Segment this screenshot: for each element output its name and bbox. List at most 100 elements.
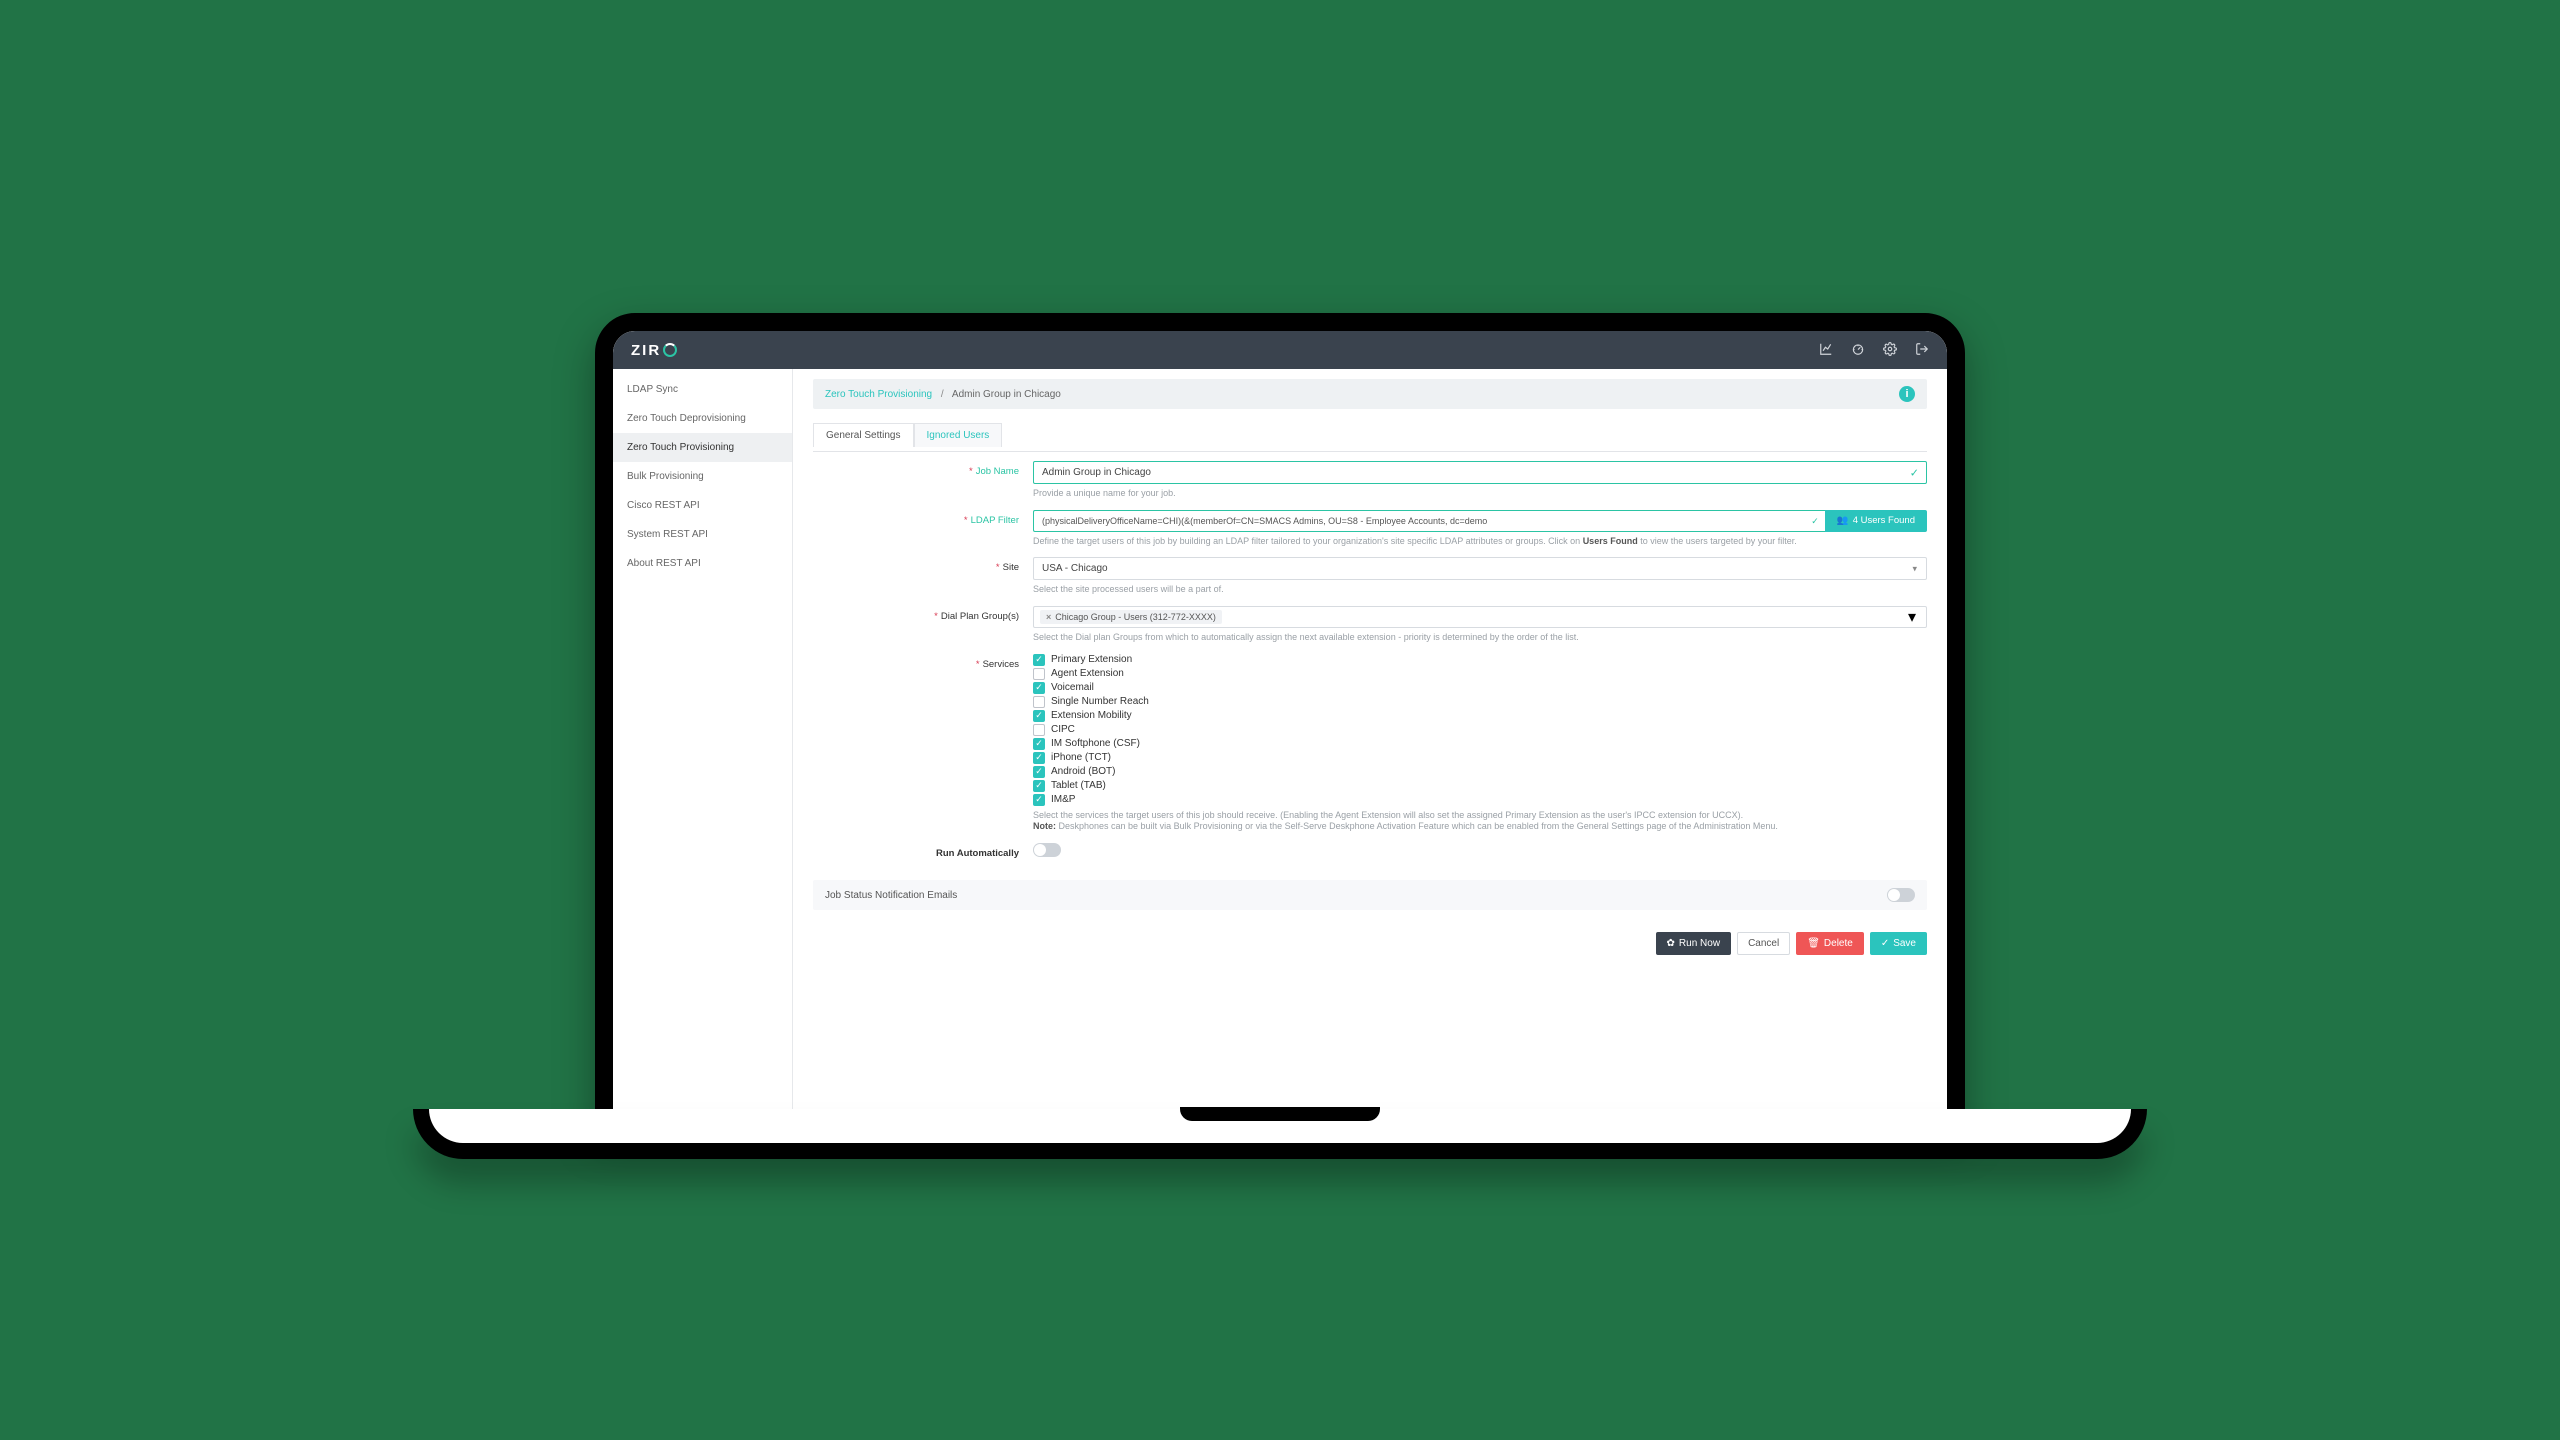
service-item: ✓ Primary Extension [1033,654,1927,666]
tab[interactable]: General Settings [813,423,914,447]
brand-logo: ZIR [631,342,677,359]
sidebar-item[interactable]: Zero Touch Provisioning [613,433,792,462]
laptop-base [413,1109,2147,1159]
form: *Job Name ✓ Provide a unique name for yo… [813,451,1927,864]
tabs: General SettingsIgnored Users [813,423,1927,447]
brand-circle-icon [663,343,677,357]
ldap-filter-input[interactable]: (physicalDeliveryOfficeName=CHI)(&(membe… [1033,510,1825,532]
services-list: ✓ Primary Extension Agent Extension ✓ Voicem… [1033,654,1927,806]
service-item: ✓ Extension Mobility [1033,710,1927,722]
job-name-input[interactable] [1033,461,1927,484]
sidebar-item[interactable]: System REST API [613,520,792,549]
sidebar-item[interactable]: Cisco REST API [613,491,792,520]
service-checkbox[interactable] [1033,668,1045,680]
service-item: ✓ Tablet (TAB) [1033,780,1927,792]
sidebar-item[interactable]: Bulk Provisioning [613,462,792,491]
breadcrumb-current: Admin Group in Chicago [952,389,1061,400]
sidebar: LDAP SyncZero Touch DeprovisioningZero T… [613,369,793,1109]
app-screen: ZIR LDAP SyncZero Touch DeprovisioningZe… [613,331,1947,1109]
service-item: CIPC [1033,724,1927,736]
users-icon: 👥 [1837,515,1849,526]
save-button[interactable]: ✓Save [1870,932,1927,955]
service-label: CIPC [1051,724,1075,735]
sidebar-item[interactable]: LDAP Sync [613,375,792,404]
app-body: LDAP SyncZero Touch DeprovisioningZero T… [613,369,1947,1109]
service-item: ✓ Voicemail [1033,682,1927,694]
check-icon: ✓ [1910,466,1919,479]
info-icon[interactable]: i [1899,386,1915,402]
service-label: Android (BOT) [1051,766,1115,777]
dial-plan-row: *Dial Plan Group(s) ×Chicago Group - Use… [813,601,1927,649]
gear-icon: ✿ [1667,938,1675,949]
service-checkbox[interactable]: ✓ [1033,780,1045,792]
run-auto-toggle[interactable] [1033,843,1061,857]
job-name-helper: Provide a unique name for your job. [1033,488,1927,500]
breadcrumb-link[interactable]: Zero Touch Provisioning [825,389,932,400]
site-helper: Select the site processed users will be … [1033,584,1927,596]
notification-emails-title: Job Status Notification Emails [825,890,957,901]
service-checkbox[interactable]: ✓ [1033,794,1045,806]
dial-plan-label: *Dial Plan Group(s) [813,606,1033,622]
service-label: Voicemail [1051,682,1094,693]
tab[interactable]: Ignored Users [914,423,1003,447]
top-bar: ZIR [613,331,1947,369]
cancel-button[interactable]: Cancel [1737,932,1790,955]
notification-emails-panel[interactable]: Job Status Notification Emails [813,880,1927,910]
service-checkbox[interactable]: ✓ [1033,752,1045,764]
run-auto-row: Run Automatically [813,838,1927,864]
sidebar-item[interactable]: About REST API [613,549,792,578]
service-checkbox[interactable]: ✓ [1033,766,1045,778]
remove-tag-icon[interactable]: × [1046,612,1051,622]
service-item: Single Number Reach [1033,696,1927,708]
run-now-button[interactable]: ✿Run Now [1656,932,1732,955]
service-label: iPhone (TCT) [1051,752,1111,763]
service-label: IM Softphone (CSF) [1051,738,1140,749]
delete-button[interactable]: 🗑Delete [1796,932,1864,955]
chevron-down-icon: ▾ [1908,607,1916,627]
services-row: *Services ✓Primary ExtensionAgent Extens… [813,649,1927,838]
service-checkbox[interactable]: ✓ [1033,654,1045,666]
site-row: *Site USA - Chicago ▾ Select the site pr… [813,552,1927,601]
ldap-helper: Define the target users of this job by b… [1033,536,1927,548]
ldap-row: *LDAP Filter (physicalDeliveryOfficeName… [813,505,1927,553]
site-label: *Site [813,557,1033,573]
service-item: ✓ Android (BOT) [1033,766,1927,778]
service-label: Agent Extension [1051,668,1124,679]
check-icon: ✓ [1811,516,1819,527]
service-checkbox[interactable]: ✓ [1033,682,1045,694]
job-name-label: *Job Name [813,461,1033,477]
service-label: Single Number Reach [1051,696,1149,707]
notification-emails-toggle[interactable] [1887,888,1915,902]
service-checkbox[interactable] [1033,724,1045,736]
action-bar: ✿Run Now Cancel 🗑Delete ✓Save [813,932,1927,955]
service-checkbox[interactable]: ✓ [1033,738,1045,750]
breadcrumb-bar: Zero Touch Provisioning / Admin Group in… [813,379,1927,409]
dial-plan-select[interactable]: ×Chicago Group - Users (312-772-XXXX) ▾ [1033,606,1927,628]
topbar-icons [1819,342,1929,359]
chart-icon[interactable] [1819,342,1833,359]
logout-icon[interactable] [1915,342,1929,359]
check-icon: ✓ [1881,938,1889,949]
dial-plan-helper: Select the Dial plan Groups from which t… [1033,632,1927,644]
breadcrumb: Zero Touch Provisioning / Admin Group in… [825,389,1061,400]
dial-plan-tag: ×Chicago Group - Users (312-772-XXXX) [1040,610,1222,624]
service-label: IM&P [1051,794,1075,805]
gear-icon[interactable] [1883,342,1897,359]
service-item: ✓ IM&P [1033,794,1927,806]
users-found-button[interactable]: 👥 4 Users Found [1825,510,1927,532]
main-content: Zero Touch Provisioning / Admin Group in… [793,369,1947,1109]
sidebar-item[interactable]: Zero Touch Deprovisioning [613,404,792,433]
services-helper: Select the services the target users of … [1033,810,1927,833]
trash-icon: 🗑 [1807,938,1820,949]
service-label: Tablet (TAB) [1051,780,1106,791]
dashboard-icon[interactable] [1851,342,1865,359]
site-select[interactable]: USA - Chicago [1033,557,1927,580]
service-label: Extension Mobility [1051,710,1132,721]
service-checkbox[interactable] [1033,696,1045,708]
service-checkbox[interactable]: ✓ [1033,710,1045,722]
ldap-label: *LDAP Filter [813,510,1033,526]
service-item: ✓ iPhone (TCT) [1033,752,1927,764]
service-label: Primary Extension [1051,654,1132,665]
laptop-mockup: ZIR LDAP SyncZero Touch DeprovisioningZe… [595,313,1965,1127]
job-name-row: *Job Name ✓ Provide a unique name for yo… [813,456,1927,505]
